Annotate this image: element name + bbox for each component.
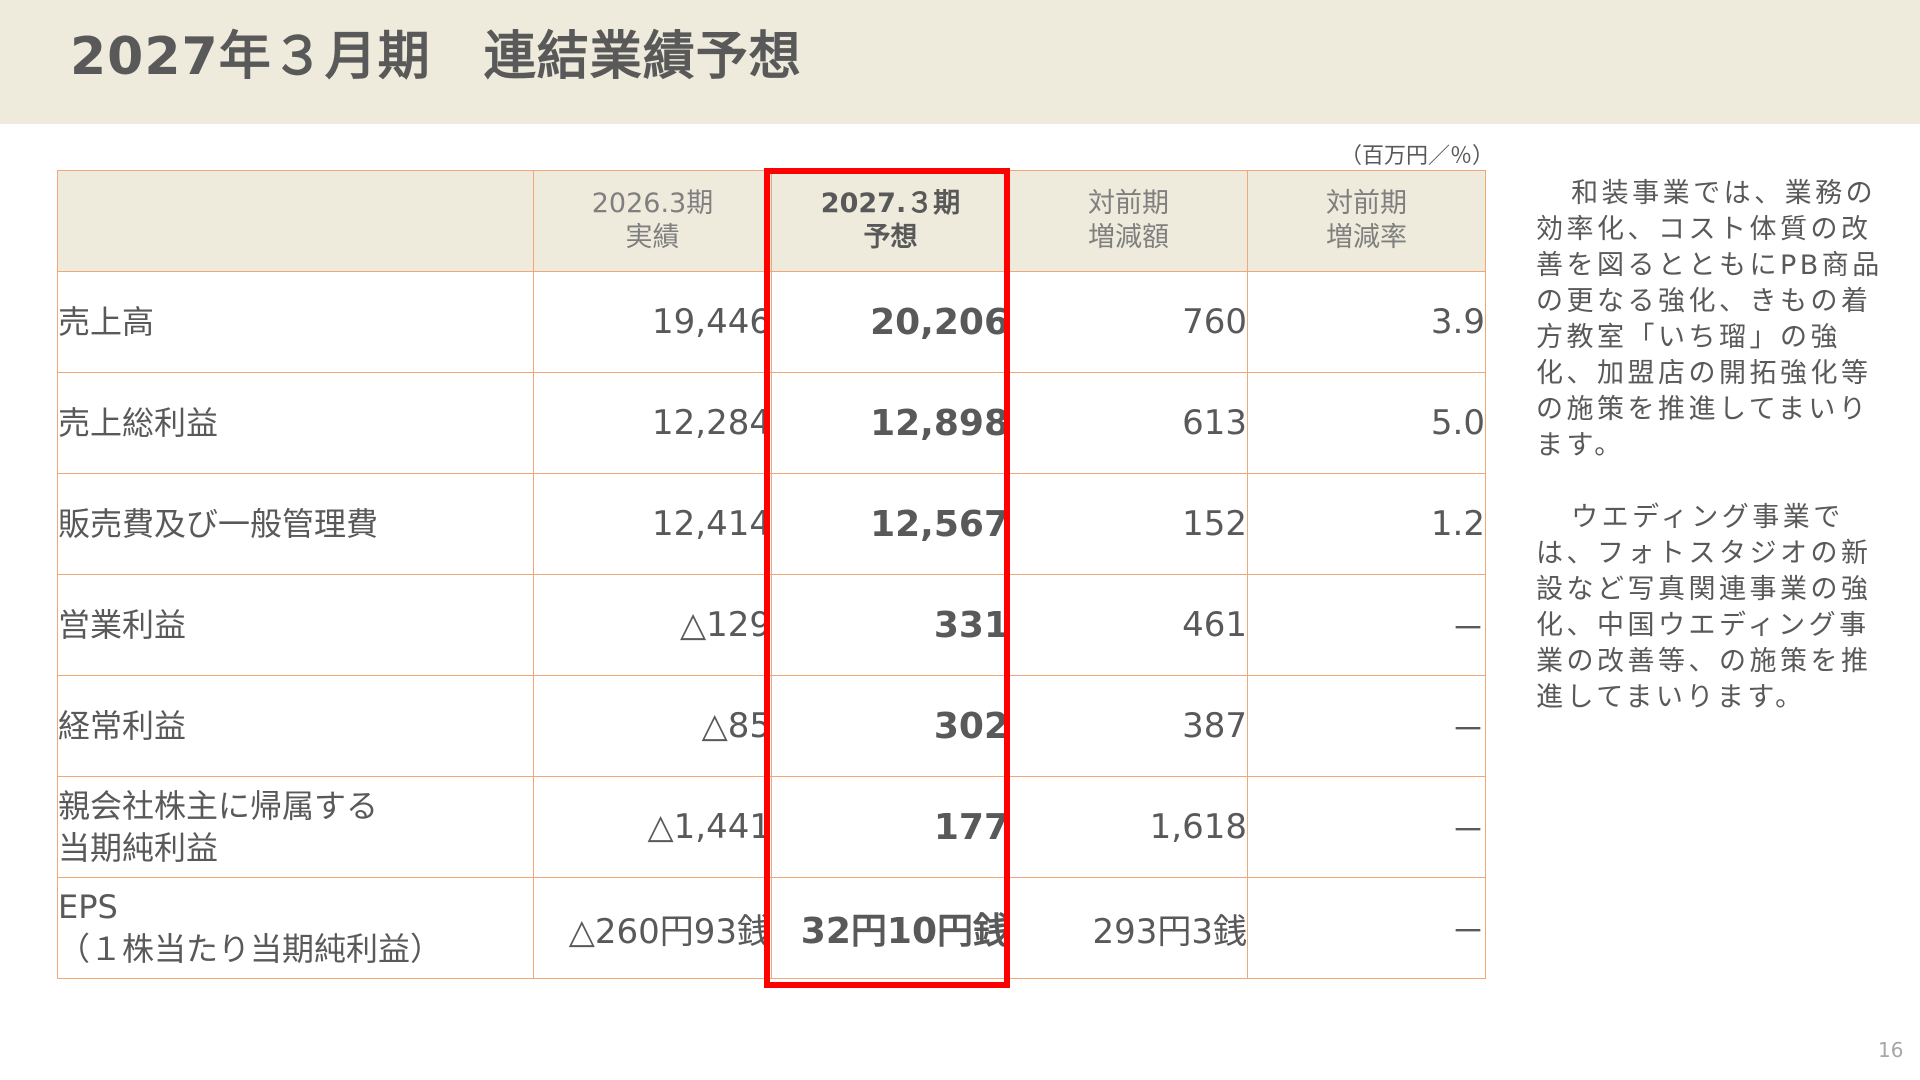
forecast-value: 331: [771, 574, 1010, 676]
forecast-value: 177: [771, 776, 1010, 878]
header-actual-line2: 実績: [625, 222, 680, 253]
actual-value: 12,284: [533, 372, 772, 474]
header-change-line2: 増減額: [1088, 222, 1169, 253]
row-label-line: 経常利益: [58, 707, 187, 745]
change-value: 293円3銭: [1009, 877, 1248, 979]
row-label-line: EPS: [58, 888, 118, 926]
header-actual: 2026.3期 実績: [533, 170, 772, 272]
row-label-line: 親会社株主に帰属する: [58, 787, 379, 825]
actual-value: △85: [533, 675, 772, 777]
table-row-net-sales: 売上高 19,446 20,206 760 3.9: [57, 271, 1486, 373]
forecast-value: 20,206: [771, 271, 1010, 373]
rate-value: －: [1247, 776, 1486, 878]
rate-value: －: [1247, 574, 1486, 676]
unit-note: （百万円／％）: [1340, 144, 1495, 169]
forecast-value: 32円10円銭: [771, 877, 1010, 979]
table-row-ordinary-income: 経常利益 △85 302 387 －: [57, 675, 1486, 777]
table-row-net-income: 親会社株主に帰属する 当期純利益 △1,441 177 1,618 －: [57, 776, 1486, 878]
header-change: 対前期 増減額: [1009, 170, 1248, 272]
row-label: 営業利益: [57, 574, 534, 676]
row-label: 親会社株主に帰属する 当期純利益: [57, 776, 534, 878]
row-label: 売上高: [57, 271, 534, 373]
table-row-sga: 販売費及び一般管理費 12,414 12,567 152 1.2: [57, 473, 1486, 575]
rate-value: －: [1247, 877, 1486, 979]
row-label: EPS （１株当たり当期純利益）: [57, 877, 534, 979]
row-label-line: 当期純利益: [58, 829, 219, 867]
rate-value: 5.0: [1247, 372, 1486, 474]
header-forecast-line2: 予想: [863, 222, 918, 253]
table-row-gross-profit: 売上総利益 12,284 12,898 613 5.0: [57, 372, 1486, 474]
row-label: 経常利益: [57, 675, 534, 777]
row-label-line: 売上高: [58, 303, 155, 341]
page-number: 16: [1878, 1038, 1904, 1062]
change-value: 387: [1009, 675, 1248, 777]
page-title: 2027年３月期 連結業績予想: [70, 27, 802, 87]
rate-value: －: [1247, 675, 1486, 777]
rate-value: 1.2: [1247, 473, 1486, 575]
header-change-line1: 対前期: [1088, 188, 1169, 219]
header-forecast: 2027.３期 予想: [771, 170, 1010, 272]
table-row-operating-income: 営業利益 △129 331 461 －: [57, 574, 1486, 676]
change-value: 152: [1009, 473, 1248, 575]
row-label: 売上総利益: [57, 372, 534, 474]
change-value: 461: [1009, 574, 1248, 676]
forecast-value: 12,567: [771, 473, 1010, 575]
row-label-line: 販売費及び一般管理費: [58, 505, 379, 543]
commentary-kimono: 和装事業では、業務の効率化、コスト体質の改善を図るとともにPB商品の更なる強化、…: [1536, 178, 1883, 461]
header-rate-line2: 増減率: [1326, 222, 1407, 253]
row-label-line: （１株当たり当期純利益）: [58, 930, 443, 968]
row-label-line: 営業利益: [58, 606, 187, 644]
change-value: 1,618: [1009, 776, 1248, 878]
rate-value: 3.9: [1247, 271, 1486, 373]
actual-value: 19,446: [533, 271, 772, 373]
actual-value: △1,441: [533, 776, 772, 878]
header-blank-cell: [57, 170, 534, 272]
commentary-wedding: ウエディング事業では、フォトスタジオの新設など写真関連事業の強化、中国ウエディン…: [1536, 502, 1872, 713]
header-rate-line1: 対前期: [1326, 188, 1407, 219]
header-rate: 対前期 増減率: [1247, 170, 1486, 272]
forecast-value: 12,898: [771, 372, 1010, 474]
title-bar: 2027年３月期 連結業績予想: [0, 0, 1920, 124]
header-actual-line1: 2026.3期: [591, 188, 714, 219]
forecast-value: 302: [771, 675, 1010, 777]
row-label: 販売費及び一般管理費: [57, 473, 534, 575]
change-value: 760: [1009, 271, 1248, 373]
commentary-text: 和装事業では、業務の効率化、コスト体質の改善を図るとともにPB商品の更なる強化、…: [1536, 176, 1896, 752]
change-value: 613: [1009, 372, 1248, 474]
results-table: 2026.3期 実績 2027.３期 予想 対前期 増減額 対前期 増減率 売上…: [57, 170, 1486, 979]
actual-value: △260円93銭: [533, 877, 772, 979]
actual-value: △129: [533, 574, 772, 676]
actual-value: 12,414: [533, 473, 772, 575]
table-header-row: 2026.3期 実績 2027.３期 予想 対前期 増減額 対前期 増減率: [57, 170, 1486, 272]
header-forecast-line1: 2027.３期: [820, 188, 961, 219]
row-label-line: 売上総利益: [58, 404, 219, 442]
table-row-eps: EPS （１株当たり当期純利益） △260円93銭 32円10円銭 293円3銭…: [57, 877, 1486, 979]
